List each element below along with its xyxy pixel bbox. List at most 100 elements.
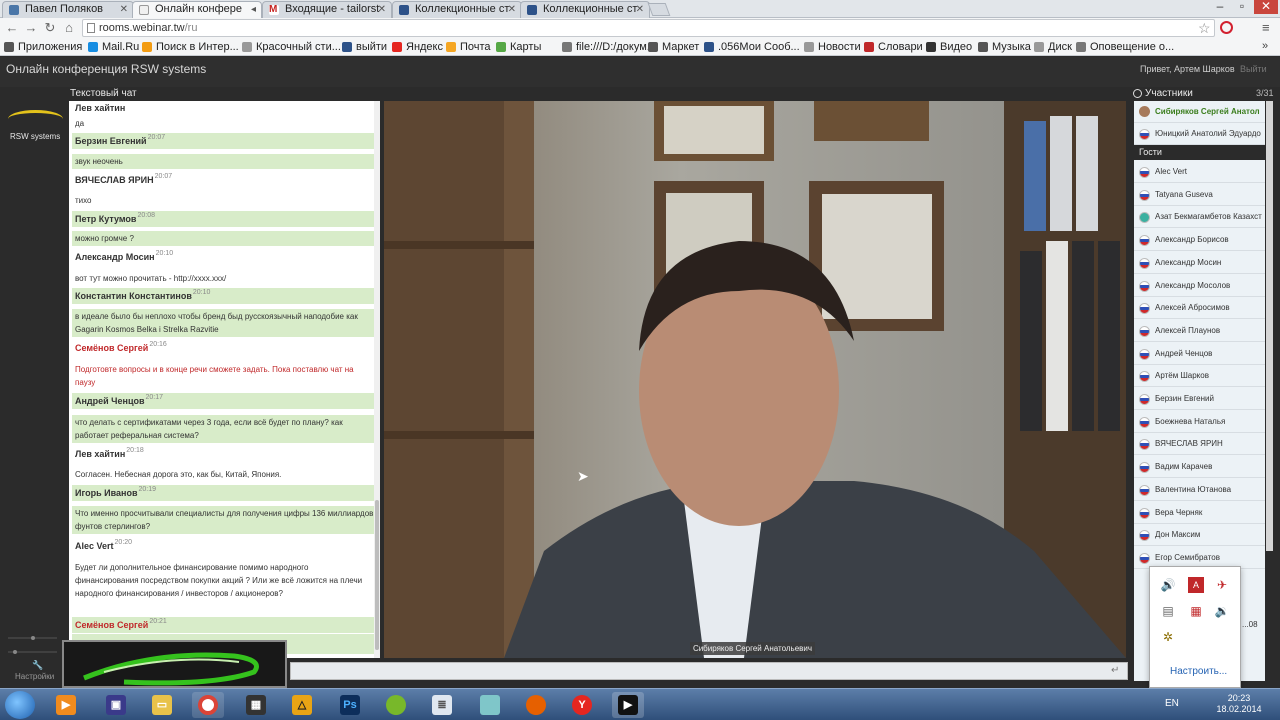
reload-icon[interactable]: ↻ bbox=[41, 19, 59, 37]
participant-organizer[interactable]: Юницкий Анатолий Эдуардо bbox=[1134, 123, 1265, 145]
bookmark-item[interactable]: выйти bbox=[342, 40, 387, 54]
forward-icon[interactable]: → bbox=[22, 19, 40, 37]
participant-guest[interactable]: Валентина Ютанова bbox=[1134, 479, 1265, 501]
chat-message-text: Согласен. Небесная дорога это, как бы, К… bbox=[75, 470, 282, 479]
taskbar-chrome[interactable] bbox=[192, 692, 224, 718]
taskbar-save[interactable]: ▣ bbox=[100, 692, 132, 718]
system-clock[interactable]: 20:23 18.02.2014 bbox=[1213, 693, 1265, 715]
settings-label[interactable]: Настройки bbox=[15, 672, 54, 681]
participants-scrollbar[interactable] bbox=[1266, 101, 1273, 551]
bookmark-item[interactable]: Красочный сти... bbox=[242, 40, 341, 54]
close-icon[interactable]: ✕ bbox=[120, 2, 128, 17]
logo-text: RSW systems bbox=[10, 132, 61, 141]
chat-input-bar[interactable]: ↵ bbox=[290, 662, 1128, 680]
taskbar-app-disc[interactable] bbox=[380, 692, 412, 718]
taskbar-video-editor[interactable]: ▦ bbox=[240, 692, 272, 718]
tab-gmail-inbox[interactable]: M Входящие - tailorst ✕ bbox=[262, 1, 392, 18]
participant-guest[interactable]: Берзин Евгений bbox=[1134, 388, 1265, 410]
bookmark-item[interactable]: Карты bbox=[496, 40, 541, 54]
participant-guest[interactable]: Вадим Карачев bbox=[1134, 456, 1265, 479]
tab-pavel-polyakov[interactable]: Павел Поляков ✕ bbox=[2, 1, 134, 18]
taskbar-media-app[interactable]: ▶ bbox=[612, 692, 644, 718]
participant-guest[interactable]: Андрей Ченцов bbox=[1134, 343, 1265, 365]
taskbar-warning-app[interactable]: △ bbox=[286, 692, 318, 718]
close-icon[interactable]: ✕ bbox=[636, 2, 644, 17]
participant-guest[interactable]: ВЯЧЕСЛАВ ЯРИН bbox=[1134, 433, 1265, 456]
maximize-icon[interactable]: ▫ bbox=[1232, 0, 1252, 14]
bookmark-item[interactable]: Диск bbox=[1034, 40, 1072, 54]
participant-guest[interactable]: Боежнева Наталья bbox=[1134, 411, 1265, 433]
taskbar-media-player[interactable]: ▶ bbox=[50, 692, 82, 718]
star-icon[interactable]: ☆ bbox=[1198, 20, 1211, 37]
chat-message-author: ВЯЧЕСЛАВ ЯРИН20:07 bbox=[75, 173, 173, 185]
participant-guest[interactable]: Александр Мосин bbox=[1134, 252, 1265, 274]
bookmark-item[interactable]: Маркет bbox=[648, 40, 699, 54]
menu-icon[interactable]: ≡ bbox=[1262, 20, 1270, 35]
volume-slider[interactable] bbox=[5, 634, 60, 658]
video-stream[interactable] bbox=[384, 101, 1126, 658]
participant-guest[interactable]: Александр Мосолов bbox=[1134, 275, 1265, 297]
address-bar[interactable]: rooms.webinar.tw/ru bbox=[82, 19, 1215, 37]
bookmark-item[interactable]: Почта bbox=[446, 40, 491, 54]
minimize-icon[interactable]: – bbox=[1210, 0, 1230, 14]
participant-guest[interactable]: Дон Максим bbox=[1134, 524, 1265, 547]
new-tab-button[interactable] bbox=[647, 3, 671, 16]
participant-guest[interactable]: Азат Бекмагамбетов Казахст bbox=[1134, 206, 1265, 229]
tool-icon[interactable]: ✈ bbox=[1214, 577, 1230, 593]
chat-panel[interactable]: Лев хайтин да Берзин Евгений20:07 звук неоч… bbox=[69, 101, 380, 658]
taskbar-photoshop[interactable]: Ps bbox=[334, 692, 366, 718]
taskbar-firefox[interactable] bbox=[520, 692, 552, 718]
participant-guest[interactable]: Вера Черняк bbox=[1134, 502, 1265, 524]
bookmark-item[interactable]: Новости bbox=[804, 40, 861, 54]
bookmark-item[interactable]: Видео bbox=[926, 40, 972, 54]
chat-scroll-thumb[interactable] bbox=[375, 500, 379, 650]
language-indicator[interactable]: EN bbox=[1165, 698, 1179, 709]
bookmark-item[interactable]: file:///D:/докум... bbox=[562, 40, 656, 54]
speaker-icon[interactable]: 🔊 bbox=[1160, 577, 1176, 593]
bookmarks-more-icon[interactable]: » bbox=[1262, 40, 1268, 52]
taskbar-app-box[interactable] bbox=[474, 692, 506, 718]
wrench-icon[interactable]: 🔧 bbox=[32, 660, 43, 671]
bookmark-item[interactable]: Приложения bbox=[4, 40, 82, 54]
network-icon[interactable]: ▤ bbox=[1160, 603, 1176, 619]
taskbar-notepad[interactable]: ≣ bbox=[426, 692, 458, 718]
taskbar-yandex-browser[interactable]: Y bbox=[566, 692, 598, 718]
participant-guest[interactable]: Александр Борисов bbox=[1134, 229, 1265, 252]
bookmark-item[interactable]: Словари bbox=[864, 40, 923, 54]
close-icon[interactable]: ✕ bbox=[508, 2, 516, 17]
home-icon[interactable]: ⌂ bbox=[60, 19, 78, 37]
volume-icon[interactable]: 🔉 bbox=[1214, 603, 1230, 619]
window-close-icon[interactable]: ✕ bbox=[1254, 0, 1278, 14]
device-icon[interactable]: ▦ bbox=[1188, 603, 1204, 619]
participant-organizer[interactable]: Сибиряков Сергей Анатол bbox=[1134, 101, 1265, 123]
bookmark-item[interactable]: Mail.Ru bbox=[88, 40, 139, 54]
close-icon[interactable]: ✕ bbox=[378, 2, 386, 17]
taskbar-explorer[interactable]: ▭ bbox=[146, 692, 178, 718]
chat-message-author: Игорь Иванов20:19 bbox=[72, 485, 374, 501]
back-icon[interactable]: ← bbox=[3, 19, 21, 37]
bookmark-item[interactable]: Оповещение о... bbox=[1076, 40, 1174, 54]
bookmark-item[interactable]: Поиск в Интер... bbox=[142, 40, 239, 54]
enter-icon[interactable]: ↵ bbox=[1111, 665, 1119, 676]
logout-link[interactable]: Выйти bbox=[1240, 64, 1267, 74]
tab-collection-1[interactable]: Коллекционные ст ✕ bbox=[392, 1, 522, 18]
participant-guest[interactable]: Алексей Абросимов bbox=[1134, 297, 1265, 320]
chat-message-author: Семёнов Сергей20:21 bbox=[72, 617, 374, 633]
bookmark-item[interactable]: .056Мои Сооб... bbox=[704, 40, 800, 54]
start-button[interactable] bbox=[5, 691, 35, 719]
tray-customize-link[interactable]: Настроить... bbox=[1170, 666, 1227, 677]
participant-guest[interactable]: Tatyana Guseva bbox=[1134, 184, 1265, 206]
participant-guest[interactable]: Alec Vert bbox=[1134, 161, 1265, 183]
bookmark-item[interactable]: Яндекс bbox=[392, 40, 443, 54]
bookmark-item[interactable]: Музыка bbox=[978, 40, 1031, 54]
close-icon[interactable]: ◂ bbox=[251, 2, 256, 17]
chat-message-text: Будет ли дополнительное финансирование п… bbox=[75, 563, 363, 598]
extension-icon[interactable] bbox=[1220, 21, 1233, 34]
acrobat-icon[interactable]: A bbox=[1188, 577, 1204, 593]
participant-guest[interactable]: Артём Шарков bbox=[1134, 365, 1265, 388]
participant-guest[interactable]: Алексей Плаунов bbox=[1134, 320, 1265, 342]
tab-online-conference[interactable]: Онлайн конфере ◂ bbox=[132, 1, 262, 18]
chat-message-time: 20:10 bbox=[192, 289, 211, 296]
tab-collection-2[interactable]: Коллекционные ст ✕ bbox=[520, 1, 650, 18]
app-tray-icon[interactable]: ✲ bbox=[1160, 629, 1176, 645]
